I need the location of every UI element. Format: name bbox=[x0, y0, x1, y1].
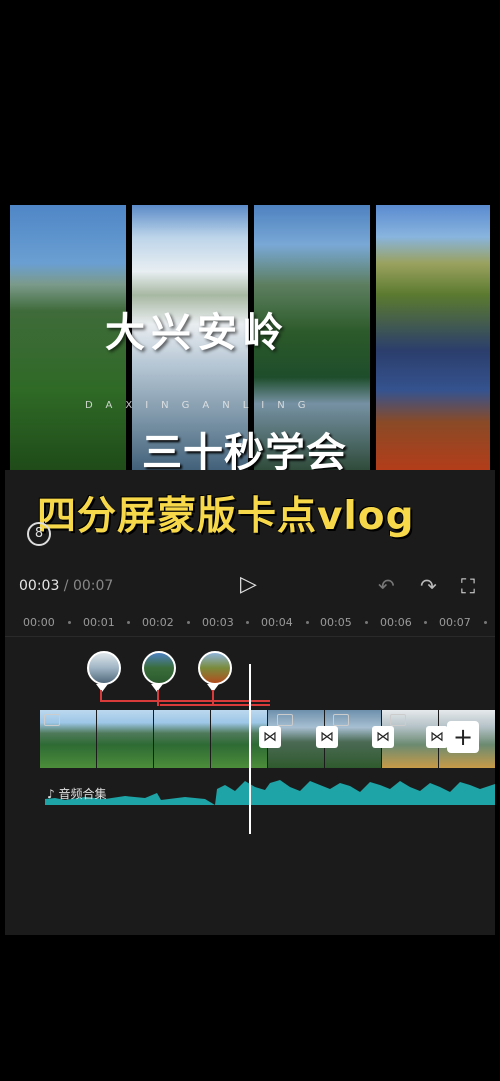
time-display: 00:03 / 00:07 bbox=[19, 578, 113, 594]
ruler-label: 00:01 bbox=[83, 616, 115, 629]
ruler-dot bbox=[68, 621, 71, 624]
audio-track-name: 音频合集 bbox=[58, 787, 107, 801]
ruler-label: 00:06 bbox=[380, 616, 412, 629]
clip-thumb-icon bbox=[44, 714, 60, 726]
audio-track-label: ♪ 音频合集 bbox=[47, 785, 107, 802]
music-note-icon: ♪ bbox=[47, 787, 55, 801]
fullscreen-icon[interactable]: ⛶ bbox=[461, 574, 475, 598]
current-time: 00:03 bbox=[19, 578, 60, 594]
play-icon[interactable]: ▷ bbox=[240, 572, 257, 597]
video-frame bbox=[154, 710, 211, 768]
overlay-track-line bbox=[160, 704, 270, 706]
bottom-area bbox=[5, 935, 495, 1081]
total-time: 00:07 bbox=[72, 578, 114, 594]
clip-thumb-icon bbox=[333, 714, 349, 726]
marker-pin bbox=[96, 684, 108, 692]
speed-badge-icon[interactable]: 8 bbox=[27, 522, 51, 546]
undo-icon[interactable]: ↶ bbox=[378, 574, 395, 598]
ruler-dot bbox=[246, 621, 249, 624]
overlay-track-tick bbox=[157, 690, 159, 706]
ruler-label: 00:00 bbox=[23, 616, 55, 629]
preview-panel-4 bbox=[376, 205, 490, 470]
ruler-label: 00:07 bbox=[439, 616, 471, 629]
ruler-dot bbox=[424, 621, 427, 624]
ruler-dot bbox=[484, 621, 487, 624]
clip-thumb-icon bbox=[277, 714, 293, 726]
ruler-dot bbox=[306, 621, 309, 624]
overlay-thumb-1[interactable] bbox=[87, 651, 121, 685]
ruler-label: 00:05 bbox=[320, 616, 352, 629]
overlay-track-tick bbox=[212, 690, 214, 706]
overlay-thumb-3[interactable] bbox=[198, 651, 232, 685]
waveform-segment bbox=[215, 780, 495, 805]
ruler-label: 00:04 bbox=[261, 616, 293, 629]
preview-title: 大兴安岭 bbox=[105, 309, 289, 356]
ruler-dot bbox=[127, 621, 130, 624]
ruler-dot bbox=[187, 621, 190, 624]
video-frame bbox=[97, 710, 154, 768]
playhead[interactable] bbox=[249, 664, 251, 834]
preview-subtitle: DAXINGANLING bbox=[85, 400, 319, 411]
audio-waveform[interactable] bbox=[45, 775, 495, 810]
transition-icon[interactable]: ⋈ bbox=[426, 726, 448, 748]
add-clip-button[interactable]: + bbox=[447, 721, 479, 753]
ruler-label: 00:03 bbox=[202, 616, 234, 629]
ruler-divider bbox=[5, 636, 495, 637]
overlay-line-2: 四分屏蒙版卡点vlog bbox=[37, 494, 415, 539]
overlay-thumb-2[interactable] bbox=[142, 651, 176, 685]
transition-icon[interactable]: ⋈ bbox=[316, 726, 338, 748]
transition-icon[interactable]: ⋈ bbox=[259, 726, 281, 748]
ruler-dot bbox=[365, 621, 368, 624]
transition-icon[interactable]: ⋈ bbox=[372, 726, 394, 748]
clip-thumb-icon bbox=[390, 714, 406, 726]
time-separator: / bbox=[59, 578, 73, 594]
overlay-track-tick bbox=[100, 690, 102, 702]
redo-icon[interactable]: ↷ bbox=[420, 574, 437, 598]
ruler-label: 00:02 bbox=[142, 616, 174, 629]
overlay-track-line bbox=[100, 700, 270, 702]
